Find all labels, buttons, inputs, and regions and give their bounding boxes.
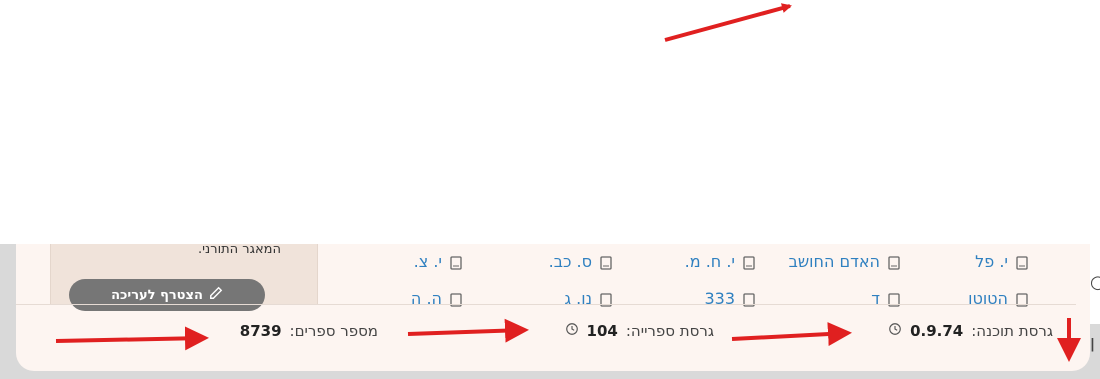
annotation-arrows-status [55,318,1081,362]
